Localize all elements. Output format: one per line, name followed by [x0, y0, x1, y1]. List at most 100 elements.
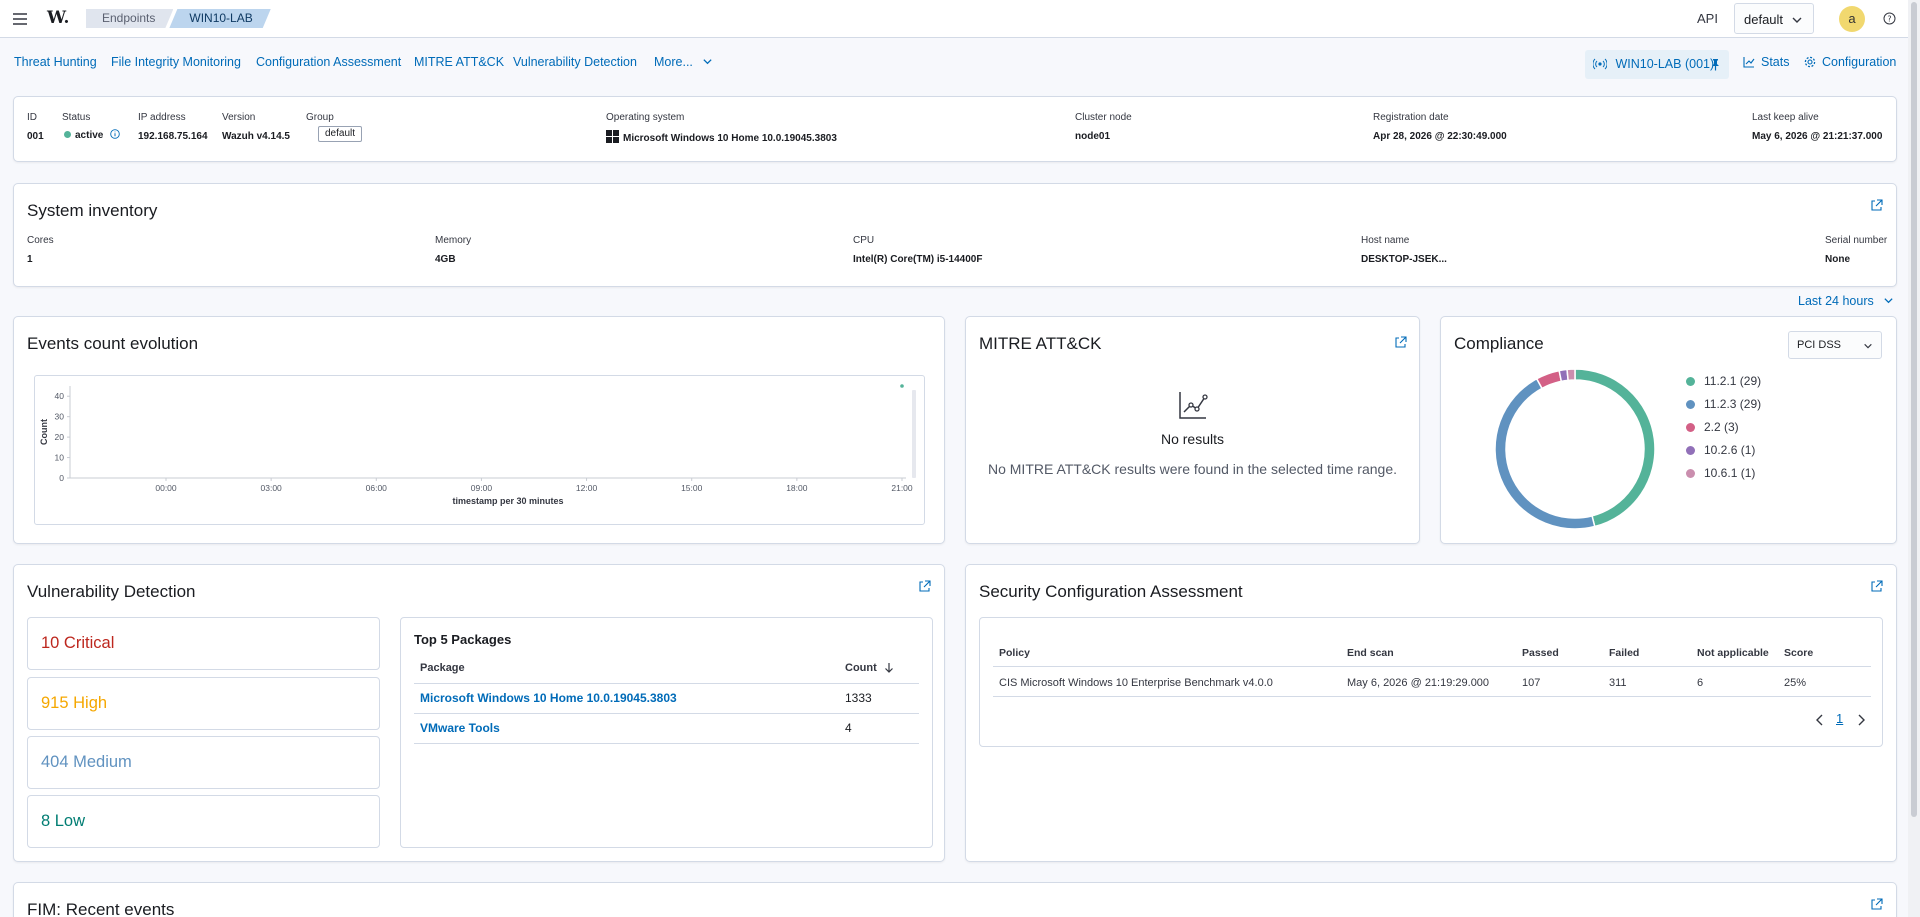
- package-count: 4: [839, 713, 919, 744]
- tab-more[interactable]: More...: [654, 55, 713, 69]
- external-link-icon[interactable]: [918, 580, 931, 593]
- configuration-label: Configuration: [1822, 55, 1897, 69]
- breadcrumb: Endpoints WIN10-LAB: [86, 9, 271, 28]
- group-label: Group: [306, 112, 334, 123]
- cores-value: 1: [27, 254, 33, 265]
- low-count[interactable]: 8 Low: [27, 795, 380, 848]
- mitre-title: MITRE ATT&CK: [979, 334, 1102, 353]
- high-count[interactable]: 915 High: [27, 677, 380, 730]
- critical-count[interactable]: 10 Critical: [27, 617, 380, 670]
- breadcrumb-endpoints[interactable]: Endpoints: [86, 9, 173, 28]
- legend-dot: [1686, 377, 1695, 386]
- score-cell: 25%: [1784, 677, 1807, 689]
- donut-slice-11-2-1: [1574, 368, 1656, 528]
- chevron-right-icon[interactable]: [1857, 714, 1865, 726]
- external-link-icon[interactable]: [1870, 580, 1883, 593]
- configuration-link[interactable]: Configuration: [1804, 55, 1896, 69]
- hostname-value: DESKTOP-JSEK...: [1361, 254, 1447, 265]
- api-label: API: [1697, 11, 1718, 26]
- module-nav: Threat Hunting File Integrity Monitoring…: [0, 38, 1908, 89]
- tab-threat-hunting[interactable]: Threat Hunting: [14, 55, 97, 69]
- legend-item[interactable]: 2.2 (3): [1686, 420, 1739, 434]
- id-label: ID: [27, 112, 37, 123]
- id-value: 001: [27, 131, 44, 142]
- tab-file-integrity-monitoring[interactable]: File Integrity Monitoring: [111, 55, 241, 69]
- x-tick-label: 15:00: [681, 483, 703, 493]
- count-column-header[interactable]: Count: [839, 653, 919, 684]
- package-link[interactable]: VMware Tools: [414, 713, 839, 744]
- tab-more-label: More...: [654, 55, 693, 69]
- sca-title: Security Configuration Assessment: [979, 582, 1243, 601]
- page-1-button[interactable]: 1: [1836, 711, 1843, 726]
- os-text: Microsoft Windows 10 Home 10.0.19045.380…: [623, 133, 837, 144]
- os-label: Operating system: [606, 112, 685, 123]
- y-tick-label: 10: [55, 453, 65, 463]
- page-scrollbar[interactable]: [1908, 0, 1920, 917]
- external-link-icon[interactable]: [1870, 199, 1883, 212]
- group-badge[interactable]: default: [318, 126, 363, 142]
- help-icon[interactable]: ?: [1883, 12, 1896, 25]
- legend-item[interactable]: 11.2.3 (29): [1686, 397, 1761, 411]
- tab-mitre-attack[interactable]: MITRE ATT&CK: [414, 55, 504, 69]
- agent-button[interactable]: WIN10-LAB (001): [1585, 50, 1729, 79]
- x-tick-label: 09:00: [471, 483, 493, 493]
- chart-brush-handle: [912, 390, 916, 478]
- compliance-select[interactable]: PCI DSS: [1788, 331, 1882, 359]
- api-select[interactable]: default: [1734, 3, 1814, 34]
- status-text: active: [75, 130, 104, 141]
- svg-text:?: ?: [1887, 15, 1891, 24]
- end-scan-column-header[interactable]: End scan: [1347, 647, 1394, 659]
- chevron-left-icon[interactable]: [1816, 714, 1824, 726]
- stats-label: Stats: [1761, 55, 1790, 69]
- package-link[interactable]: Microsoft Windows 10 Home 10.0.19045.380…: [414, 683, 839, 714]
- windows-icon: [606, 130, 619, 143]
- legend-item[interactable]: 11.2.1 (29): [1686, 374, 1761, 388]
- legend-item[interactable]: 10.6.1 (1): [1686, 466, 1755, 480]
- package-column-header[interactable]: Package: [414, 653, 839, 684]
- wazuh-logo[interactable]: W.: [47, 8, 69, 28]
- events-panel: Events count evolution 0 10 20 30 40 00:00 03:…: [13, 316, 945, 544]
- info-icon[interactable]: [110, 129, 120, 139]
- compliance-panel: Compliance PCI DSS: [1440, 316, 1897, 544]
- x-tick-label: 00:00: [155, 483, 177, 493]
- time-range-picker[interactable]: Last 24 hours: [1798, 294, 1894, 308]
- scrollbar-thumb[interactable]: [1911, 2, 1917, 817]
- table-row[interactable]: CIS Microsoft Windows 10 Enterprise Benc…: [993, 667, 1871, 697]
- legend-dot: [1686, 423, 1695, 432]
- external-link-icon[interactable]: [1394, 336, 1407, 349]
- avatar[interactable]: a: [1839, 6, 1865, 32]
- menu-icon[interactable]: [10, 9, 30, 29]
- tab-configuration-assessment[interactable]: Configuration Assessment: [256, 55, 401, 69]
- registration-value: Apr 28, 2026 @ 22:30:49.000: [1373, 131, 1507, 142]
- legend-item[interactable]: 10.2.6 (1): [1686, 443, 1755, 457]
- not-applicable-column-header[interactable]: Not applicable: [1697, 647, 1769, 659]
- medium-text: 404 Medium: [41, 753, 132, 771]
- breadcrumb-agent: WIN10-LAB: [169, 9, 270, 28]
- serial-label: Serial number: [1825, 235, 1888, 246]
- stats-link[interactable]: Stats: [1743, 55, 1790, 69]
- fim-panel: FIM: Recent events: [13, 882, 1897, 917]
- table-header-row: Package Count: [414, 653, 919, 684]
- high-text: 915 High: [41, 694, 108, 712]
- score-column-header[interactable]: Score: [1784, 647, 1813, 659]
- failed-cell: 311: [1609, 677, 1627, 689]
- mitre-empty-title: No results: [1160, 431, 1225, 447]
- events-title: Events count evolution: [27, 334, 199, 353]
- os-value: Microsoft Windows 10 Home 10.0.19045.380…: [606, 130, 837, 144]
- time-range-label: Last 24 hours: [1798, 294, 1874, 308]
- y-axis-title: Count: [39, 419, 49, 445]
- y-tick-label: 20: [55, 432, 65, 442]
- passed-cell: 107: [1522, 677, 1541, 689]
- external-link-icon[interactable]: [1870, 898, 1883, 911]
- failed-column-header[interactable]: Failed: [1609, 647, 1639, 659]
- legend-dot: [1686, 469, 1695, 478]
- pin-icon[interactable]: [1710, 58, 1721, 71]
- tab-vulnerability-detection[interactable]: Vulnerability Detection: [513, 55, 637, 69]
- mitre-panel: MITRE ATT&CK No results No MITRE ATT&CK …: [965, 316, 1420, 544]
- vulnerability-title: Vulnerability Detection: [27, 582, 196, 601]
- passed-column-header[interactable]: Passed: [1522, 647, 1559, 659]
- policy-column-header[interactable]: Policy: [999, 647, 1030, 659]
- medium-count[interactable]: 404 Medium: [27, 736, 380, 789]
- ip-value: 192.168.75.164: [138, 131, 208, 142]
- serial-value: None: [1825, 254, 1850, 265]
